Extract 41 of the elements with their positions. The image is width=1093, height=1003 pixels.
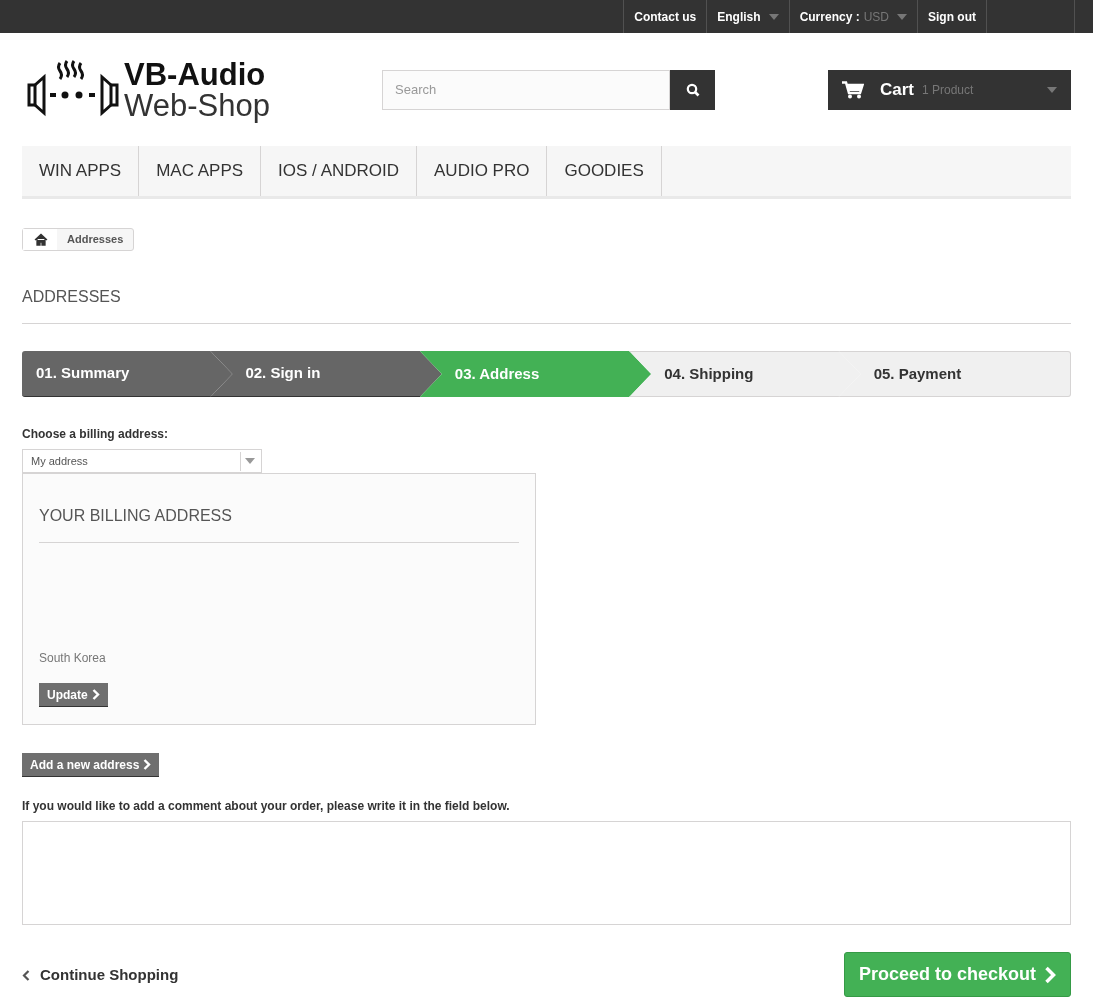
chevron-left-icon <box>22 970 30 981</box>
chevron-right-icon <box>91 689 100 700</box>
comment-field[interactable] <box>22 821 1071 925</box>
search-icon <box>685 82 700 97</box>
logo-text: VB-Audio <box>124 58 267 90</box>
caret-icon <box>768 13 779 20</box>
logo-subtitle: Web-Shop <box>124 89 270 121</box>
nav-item[interactable]: WIN APPS <box>22 146 140 196</box>
update-button[interactable]: Update <box>39 683 108 707</box>
search-field[interactable]: Search <box>382 69 670 110</box>
cart-button[interactable]: Cart 1 Product <box>828 69 1071 110</box>
cart-count: 1 Product <box>922 81 974 99</box>
address-country: South Korea <box>39 650 107 667</box>
caret-icon <box>245 458 255 464</box>
continue-shopping-link[interactable]: Continue Shopping <box>22 962 179 987</box>
chevron-right-icon <box>143 759 152 770</box>
checkout-step: 03. Address <box>419 351 652 397</box>
checkout-step: 04. Shipping <box>629 351 861 397</box>
checkout-step: 02. Sign in <box>210 351 442 397</box>
caret-icon <box>897 13 907 20</box>
comment-label: If you would like to add a comment about your order, please write it in the field below. <box>22 798 511 815</box>
field-label: Choose a billing address: <box>22 426 170 443</box>
search-button[interactable] <box>670 69 715 110</box>
address-select[interactable]: My address <box>22 449 262 473</box>
nav-item[interactable]: AUDIO PRO <box>417 146 548 196</box>
chevron-right-icon <box>1044 965 1056 984</box>
home-icon[interactable] <box>23 229 57 250</box>
checkout-step: 05. Payment <box>838 351 1072 397</box>
cart-label: Cart <box>880 78 914 101</box>
cart-icon <box>842 80 864 99</box>
breadcrumb-current: Addresses <box>66 232 125 248</box>
top-link[interactable]: Contact us <box>623 0 707 33</box>
nav-item[interactable]: GOODIES <box>547 146 662 196</box>
nav-item[interactable]: MAC APPS <box>139 146 262 196</box>
dropdown-link[interactable]: Currency : USD <box>788 0 917 33</box>
add-address-button[interactable]: Add a new address <box>22 753 160 777</box>
page-title: ADDRESSES <box>22 285 1071 324</box>
nav-item[interactable]: IOS / ANDROID <box>261 146 418 196</box>
caret-icon <box>1047 86 1057 93</box>
dropdown-link[interactable]: English <box>706 0 789 33</box>
card-heading: YOUR BILLING ADDRESS <box>39 504 519 543</box>
